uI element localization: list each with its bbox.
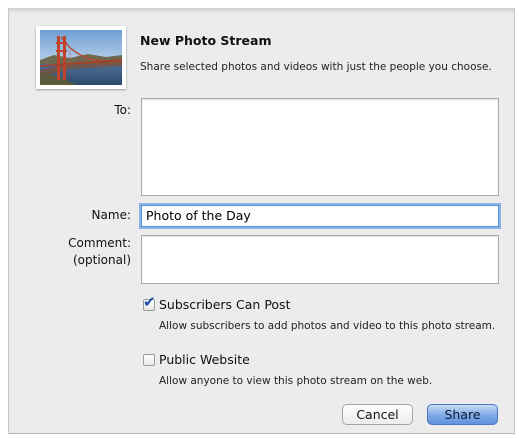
dialog-title: New Photo Stream xyxy=(140,33,272,48)
comment-optional-label: (optional) xyxy=(73,253,131,267)
dialog-subtitle: Share selected photos and videos with ju… xyxy=(140,61,492,73)
name-field[interactable]: Photo of the Day xyxy=(141,205,499,227)
cancel-button[interactable]: Cancel xyxy=(342,404,413,425)
share-button[interactable]: Share xyxy=(427,404,498,425)
public-website-description: Allow anyone to view this photo stream o… xyxy=(159,375,433,387)
to-field[interactable] xyxy=(141,98,499,196)
subscribers-can-post-checkbox[interactable]: ✔ xyxy=(143,295,156,311)
name-label: Name: xyxy=(91,208,131,222)
photo-thumbnail xyxy=(36,26,126,89)
comment-label: Comment: xyxy=(68,236,131,250)
to-label: To: xyxy=(114,103,131,117)
name-field-value: Photo of the Day xyxy=(146,208,251,223)
golden-gate-bridge-image xyxy=(40,30,122,85)
subscribers-can-post-description: Allow subscribers to add photos and vide… xyxy=(159,320,496,332)
comment-field[interactable] xyxy=(141,235,499,284)
public-website-label[interactable]: Public Website xyxy=(159,352,250,367)
checkmark-icon: ✔ xyxy=(143,293,156,311)
subscribers-can-post-label[interactable]: Subscribers Can Post xyxy=(159,297,290,312)
sheet-top-shadow xyxy=(9,8,514,14)
new-photo-stream-sheet: New Photo Stream Share selected photos a… xyxy=(8,8,515,434)
public-website-checkbox[interactable] xyxy=(143,354,155,366)
